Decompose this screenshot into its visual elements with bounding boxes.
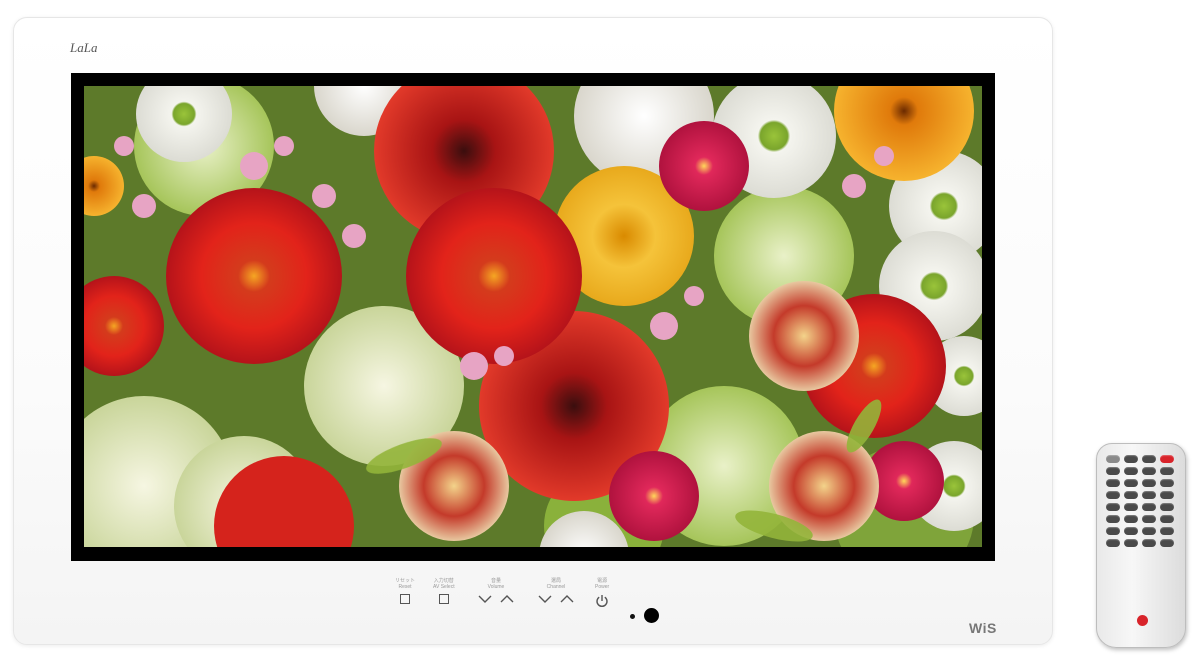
volume-up-chevron-icon[interactable]: [500, 594, 514, 604]
volume-control: 音量 Volume: [478, 578, 514, 604]
remote-button: [1142, 455, 1156, 463]
power-icon[interactable]: [595, 594, 609, 608]
remote-button: [1124, 467, 1138, 475]
screen-image-flowers: [84, 86, 982, 547]
control-panel: リセット Reset 入力切替 AV Select 音量 Volume 選局 C…: [385, 578, 665, 618]
remote-button: [1106, 527, 1120, 535]
channel-label-en: Channel: [546, 584, 566, 590]
remote-button: [1106, 467, 1120, 475]
remote-button: [1142, 479, 1156, 487]
remote-button: [1160, 539, 1174, 547]
remote-button: [1160, 515, 1174, 523]
remote-button: [1160, 455, 1174, 463]
remote-button: [1142, 467, 1156, 475]
power-led-icon: [630, 614, 635, 619]
tv-body: LaLa WiS: [13, 17, 1053, 645]
remote-button: [1106, 539, 1120, 547]
remote-button: [1160, 527, 1174, 535]
channel-control: 選局 Channel: [538, 578, 574, 604]
remote-button: [1106, 515, 1120, 523]
remote-button: [1142, 527, 1156, 535]
channel-up-chevron-icon[interactable]: [560, 594, 574, 604]
remote-sensor-icon: [644, 608, 659, 623]
reset-control: リセット Reset: [395, 578, 415, 604]
brand-logo-top: LaLa: [70, 40, 98, 55]
remote-button: [1124, 503, 1138, 511]
remote-button: [1124, 539, 1138, 547]
av-select-button[interactable]: [438, 594, 449, 604]
remote-red-button: [1137, 615, 1148, 626]
remote-button: [1106, 479, 1120, 487]
reset-button[interactable]: [400, 594, 410, 604]
screen-bezel: [71, 73, 995, 561]
remote-button: [1124, 479, 1138, 487]
channel-down-chevron-icon[interactable]: [538, 594, 552, 604]
remote-button: [1106, 491, 1120, 499]
reset-label-en: Reset: [398, 584, 412, 590]
av-select-control: 入力切替 AV Select: [433, 578, 455, 604]
remote-button: [1160, 503, 1174, 511]
remote-button: [1160, 467, 1174, 475]
volume-down-chevron-icon[interactable]: [478, 594, 492, 604]
brand-logo-bottom: WiS: [969, 620, 997, 636]
flower-photo: [84, 86, 982, 547]
remote-button: [1106, 503, 1120, 511]
remote-button: [1160, 479, 1174, 487]
remote-button: [1142, 515, 1156, 523]
remote-control-icon: [1096, 443, 1186, 648]
remote-button: [1142, 503, 1156, 511]
remote-button: [1106, 455, 1120, 463]
remote-button: [1124, 527, 1138, 535]
remote-button: [1142, 539, 1156, 547]
power-control: 電源 Power: [595, 578, 609, 608]
remote-button: [1124, 455, 1138, 463]
volume-label-en: Volume: [487, 584, 505, 590]
remote-button-grid: [1106, 455, 1176, 547]
remote-button: [1142, 491, 1156, 499]
remote-button: [1124, 491, 1138, 499]
remote-button: [1124, 515, 1138, 523]
av-select-label-en: AV Select: [433, 584, 455, 590]
power-label-en: Power: [595, 584, 610, 590]
remote-button: [1160, 491, 1174, 499]
